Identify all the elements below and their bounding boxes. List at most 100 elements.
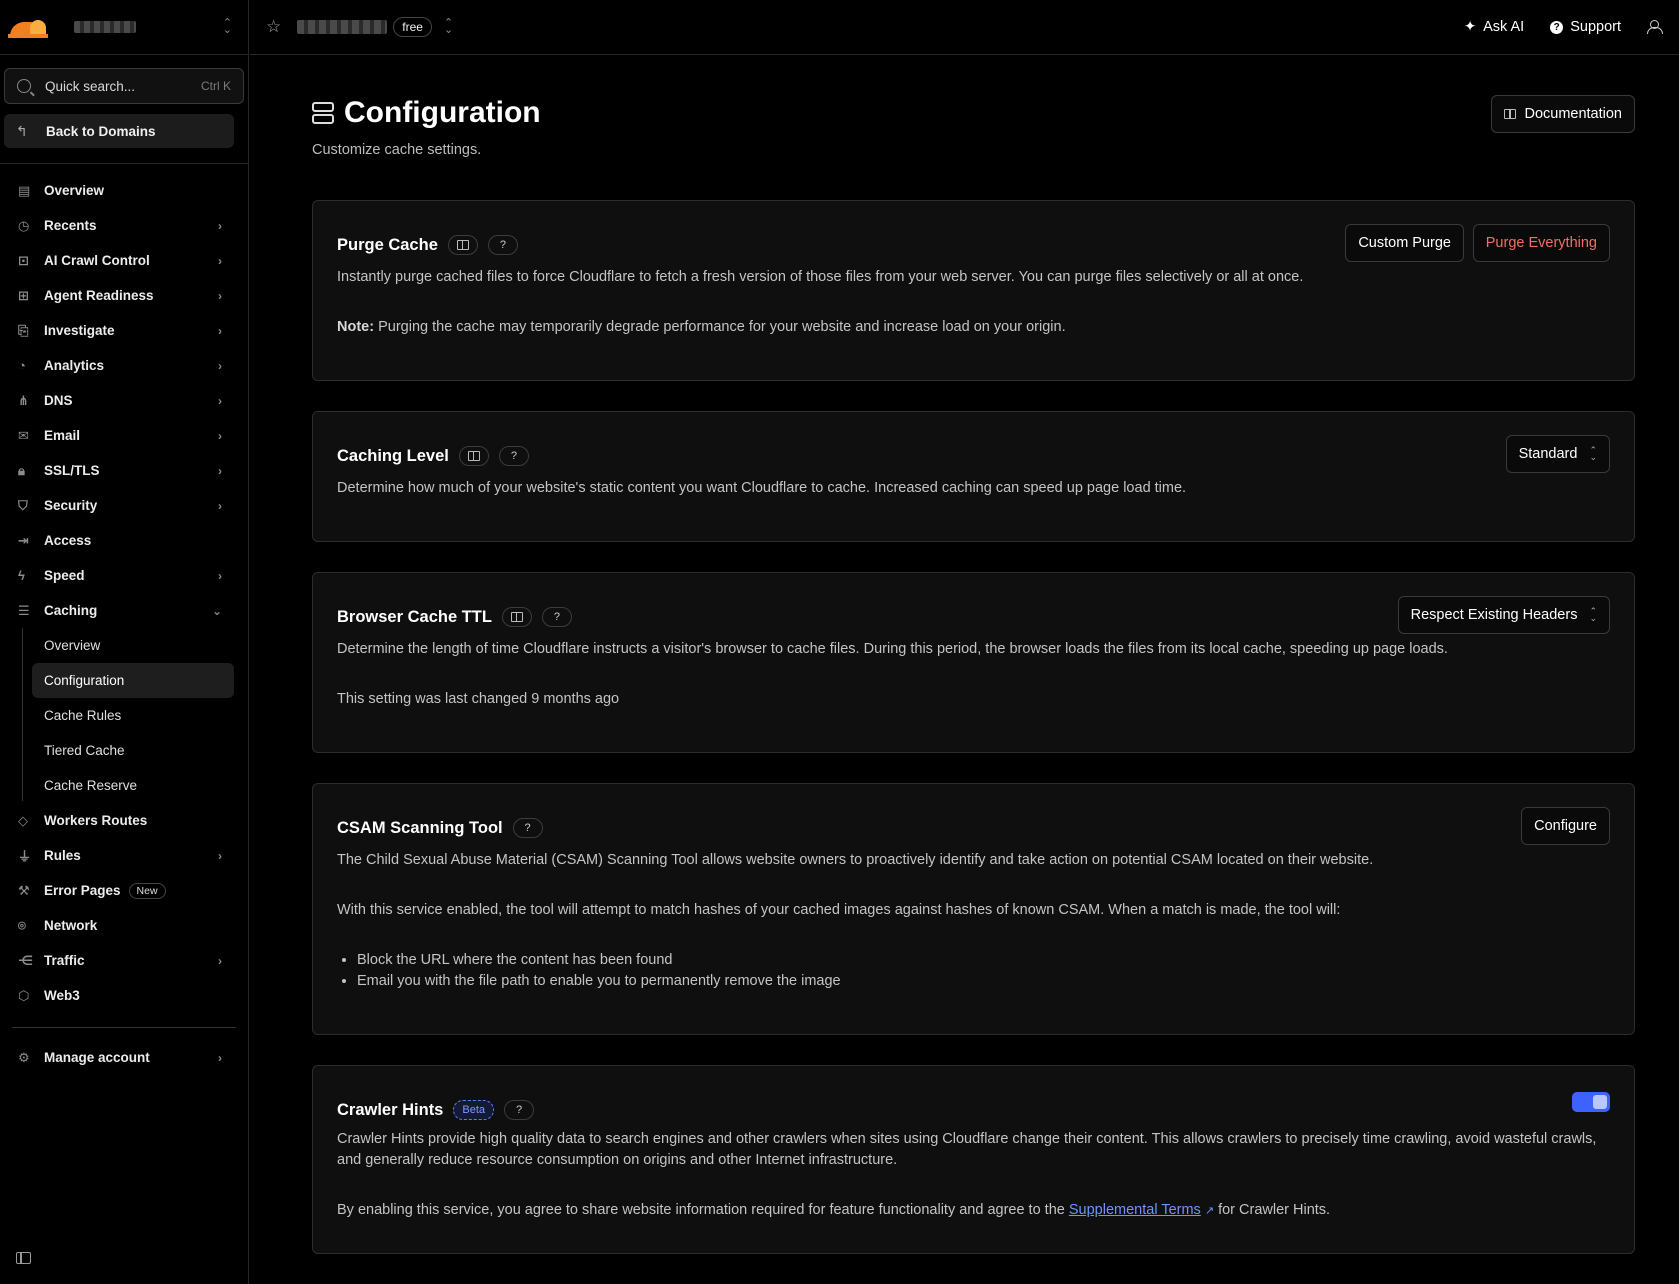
agent-icon: ⊞ [18, 287, 29, 303]
docs-book-icon[interactable] [501, 607, 532, 627]
traffic-icon: ⋲ [18, 952, 34, 968]
book-icon [1504, 109, 1517, 119]
sidebar-item-agent-readiness[interactable]: ⊞ Agent Readiness › [0, 278, 248, 313]
sidebar-item-security[interactable]: ⛉ Security › [0, 488, 248, 523]
chevron-right-icon: › [218, 393, 222, 408]
help-button[interactable]: ? [487, 235, 518, 255]
sidebar-subitem-overview[interactable]: Overview [32, 628, 234, 663]
chevron-right-icon: › [218, 253, 222, 268]
account-switcher[interactable]: ⌃ ⌄ [0, 0, 248, 55]
chevron-right-icon: › [218, 953, 222, 968]
topbar: ☆ free ⌃ ⌄ ✦ Ask AI ? Support [250, 0, 1679, 55]
card-title: Crawler Hints [337, 1100, 444, 1119]
support-button[interactable]: ? Support [1550, 19, 1621, 35]
chevron-right-icon: › [218, 428, 222, 443]
sidebar-item-caching[interactable]: ☰ Caching ⌄ [0, 593, 248, 628]
page-header: Configuration Customize cache settings. … [312, 56, 1635, 186]
csam-actions-list: Block the URL where the content has been… [357, 950, 1610, 992]
funnel-icon: ⏚ [18, 849, 32, 864]
back-to-domains-button[interactable]: ↰ Back to Domains [4, 114, 234, 148]
list-item: Email you with the file path to enable y… [357, 971, 1610, 992]
beta-badge: Beta [453, 1100, 495, 1120]
sidebar-subitem-cache-rules[interactable]: Cache Rules [32, 698, 234, 733]
main-content: Configuration Customize cache settings. … [312, 56, 1635, 1254]
docs-book-icon[interactable] [458, 446, 489, 466]
sidebar-item-speed[interactable]: ϟ Speed › [0, 558, 248, 593]
chevron-right-icon: › [218, 323, 222, 338]
card-description: Crawler Hints provide high quality data … [337, 1131, 1597, 1168]
supplemental-terms-link[interactable]: Supplemental Terms [1069, 1202, 1201, 1218]
chevron-updown-icon: ⌃ ⌄ [1589, 606, 1597, 623]
sidebar-item-ssl-tls[interactable]: 🔒︎ SSL/TLS › [0, 453, 248, 488]
sidebar-item-recents[interactable]: ◷ Recents › [0, 208, 248, 243]
back-arrow-icon: ↰ [16, 122, 28, 139]
sidebar-item-dns[interactable]: ⋔ DNS › [0, 383, 248, 418]
wrench-icon: ⚒ [18, 882, 30, 898]
search-placeholder: Quick search... [45, 78, 136, 94]
card-header: Crawler Hints Beta ? [337, 1100, 1610, 1120]
documentation-button[interactable]: Documentation [1491, 95, 1635, 133]
chevron-right-icon: › [218, 463, 222, 478]
card-note: Note: Purging the cache may temporarily … [337, 319, 1066, 335]
terms-text: By enabling this service, you agree to s… [337, 1202, 1331, 1218]
sidebar-item-investigate[interactable]: ⎘ Investigate › [0, 313, 248, 348]
star-icon[interactable]: ☆ [266, 17, 281, 37]
chevron-right-icon: › [218, 568, 222, 583]
page-title: Configuration [312, 96, 541, 130]
user-icon[interactable] [1647, 20, 1663, 34]
browser-cache-ttl-select[interactable]: Respect Existing Headers ⌃ ⌄ [1397, 596, 1610, 634]
sidebar-item-analytics[interactable]: ◔ Analytics › [0, 348, 248, 383]
custom-purge-button[interactable]: Custom Purge [1345, 224, 1464, 262]
card-description: The Child Sexual Abuse Material (CSAM) S… [337, 852, 1374, 868]
sidebar-subitem-cache-reserve[interactable]: Cache Reserve [32, 768, 234, 803]
sidebar-item-network[interactable]: ⌾ Network [0, 908, 248, 943]
location-pin-icon: ⌾ [18, 917, 26, 933]
sidebar-item-workers-routes[interactable]: ◇ Workers Routes [0, 803, 248, 838]
docs-book-icon[interactable] [447, 235, 478, 255]
help-button[interactable]: ? [498, 446, 529, 466]
card-description: Instantly purge cached files to force Cl… [337, 269, 1304, 285]
robot-icon: ⊡ [18, 252, 29, 268]
help-button[interactable]: ? [512, 818, 543, 838]
card-header: CSAM Scanning Tool ? [337, 818, 1610, 838]
quick-search-input[interactable]: Quick search... Ctrl K [4, 68, 244, 104]
workers-icon: ◇ [18, 812, 28, 828]
chevron-right-icon: › [218, 498, 222, 513]
sidebar-subitem-configuration[interactable]: Configuration [32, 663, 234, 698]
zone-switcher-chevron-icon[interactable]: ⌃ ⌄ [444, 18, 453, 36]
collapse-sidebar-icon[interactable] [16, 1252, 31, 1264]
help-button[interactable]: ? [504, 1100, 535, 1120]
cloudflare-logo-icon[interactable] [8, 16, 48, 38]
ask-ai-button[interactable]: ✦ Ask AI [1464, 19, 1524, 35]
configure-button[interactable]: Configure [1521, 807, 1610, 845]
new-badge: New [128, 882, 166, 899]
zone-name-redacted[interactable] [297, 20, 388, 34]
network-tree-icon: ⋔ [18, 392, 29, 408]
chevron-right-icon: › [218, 848, 222, 863]
sidebar-item-overview[interactable]: ▤ Overview [0, 173, 248, 208]
pie-chart-icon: ◔ [18, 358, 26, 373]
sidebar-item-access[interactable]: ⇥ Access [0, 523, 248, 558]
sidebar-item-ai-crawl-control[interactable]: ⊡ AI Crawl Control › [0, 243, 248, 278]
crawler-hints-toggle[interactable] [1572, 1092, 1610, 1112]
card-description: Determine how much of your website's sta… [337, 480, 1187, 496]
sidebar-item-error-pages[interactable]: ⚒ Error Pages New [0, 873, 248, 908]
email-icon: ✉ [18, 427, 29, 443]
caching-level-select[interactable]: Standard ⌃ ⌄ [1505, 435, 1610, 473]
sidebar-item-rules[interactable]: ⏚ Rules › [0, 838, 248, 873]
back-label: Back to Domains [46, 123, 156, 139]
sidebar-item-traffic[interactable]: ⋲ Traffic › [0, 943, 248, 978]
sidebar: ⌃ ⌄ Quick search... Ctrl K ↰ Back to Doma… [0, 0, 249, 1284]
help-button[interactable]: ? [541, 607, 572, 627]
chevron-updown-icon[interactable]: ⌃ ⌄ [223, 18, 232, 36]
shield-icon: ⛉ [18, 497, 28, 513]
sidebar-item-manage-account[interactable]: ⚙ Manage account › [0, 1040, 248, 1075]
database-icon: ☰ [18, 602, 30, 618]
sidebar-item-email[interactable]: ✉ Email › [0, 418, 248, 453]
sidebar-subitem-tiered-cache[interactable]: Tiered Cache [32, 733, 234, 768]
purge-everything-button[interactable]: Purge Everything [1472, 224, 1610, 262]
crawler-hints-card: Crawler Hints Beta ? Crawler Hints provi… [312, 1065, 1635, 1254]
chevron-right-icon: › [218, 218, 222, 233]
sparkle-icon: ✦ [1463, 19, 1477, 35]
sidebar-item-web3[interactable]: ⬡ Web3 [0, 978, 248, 1013]
